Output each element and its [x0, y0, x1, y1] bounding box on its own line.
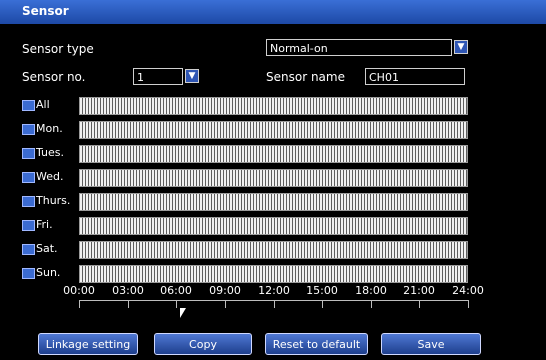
day-checkbox[interactable] [22, 100, 35, 111]
day-checkbox[interactable] [22, 124, 35, 135]
save-button[interactable]: Save [381, 333, 481, 355]
reset-to-default-button[interactable]: Reset to default [265, 333, 368, 355]
time-tick [322, 300, 323, 308]
day-checkbox[interactable] [22, 244, 35, 255]
sensor-type-label: Sensor type [22, 42, 94, 56]
day-schedule-bar[interactable] [79, 121, 468, 139]
sensor-type-select[interactable]: Normal-on [266, 39, 452, 56]
sensor-name-input[interactable]: CH01 [365, 68, 465, 85]
time-tick [128, 300, 129, 308]
time-tick [176, 300, 177, 308]
day-label: Fri. [36, 218, 53, 231]
time-tick-label: 09:00 [209, 284, 241, 297]
day-schedule-bar[interactable] [79, 265, 468, 283]
day-checkbox[interactable] [22, 172, 35, 183]
time-tick [371, 300, 372, 308]
time-tick [79, 300, 80, 308]
time-tick-label: 00:00 [63, 284, 95, 297]
time-tick [468, 300, 469, 308]
day-label: Tues. [36, 146, 65, 159]
time-tick-label: 21:00 [403, 284, 435, 297]
day-label: All [36, 98, 50, 111]
day-schedule-bar[interactable] [79, 217, 468, 235]
day-label: Mon. [36, 122, 63, 135]
time-tick-label: 12:00 [258, 284, 290, 297]
sensor-no-label: Sensor no. [22, 70, 86, 84]
time-tick-label: 24:00 [452, 284, 484, 297]
chevron-down-icon[interactable]: ▼ [185, 69, 199, 83]
time-tick-label: 15:00 [306, 284, 338, 297]
day-schedule-bar[interactable] [79, 145, 468, 163]
day-schedule-bar[interactable] [79, 193, 468, 211]
day-label: Wed. [36, 170, 64, 183]
chevron-down-icon[interactable]: ▼ [454, 40, 468, 54]
time-tick-label: 03:00 [112, 284, 144, 297]
linkage-setting-button[interactable]: Linkage setting [38, 333, 138, 355]
day-label: Thurs. [36, 194, 71, 207]
day-schedule-bar[interactable] [79, 169, 468, 187]
day-checkbox[interactable] [22, 148, 35, 159]
time-tick [225, 300, 226, 308]
sensor-no-select[interactable]: 1 [133, 68, 183, 85]
time-tick [274, 300, 275, 308]
day-checkbox[interactable] [22, 268, 35, 279]
day-label: Sun. [36, 266, 61, 279]
day-schedule-bar[interactable] [79, 241, 468, 259]
copy-button[interactable]: Copy [154, 333, 252, 355]
sensor-name-label: Sensor name [266, 70, 345, 84]
time-tick-label: 06:00 [160, 284, 192, 297]
mouse-cursor-icon [180, 308, 186, 318]
day-label: Sat. [36, 242, 58, 255]
day-checkbox[interactable] [22, 196, 35, 207]
time-tick [419, 300, 420, 308]
window-titlebar: Sensor [0, 0, 546, 24]
window-title: Sensor [22, 4, 69, 18]
day-checkbox[interactable] [22, 220, 35, 231]
time-tick-label: 18:00 [355, 284, 387, 297]
day-schedule-bar[interactable] [79, 97, 468, 115]
